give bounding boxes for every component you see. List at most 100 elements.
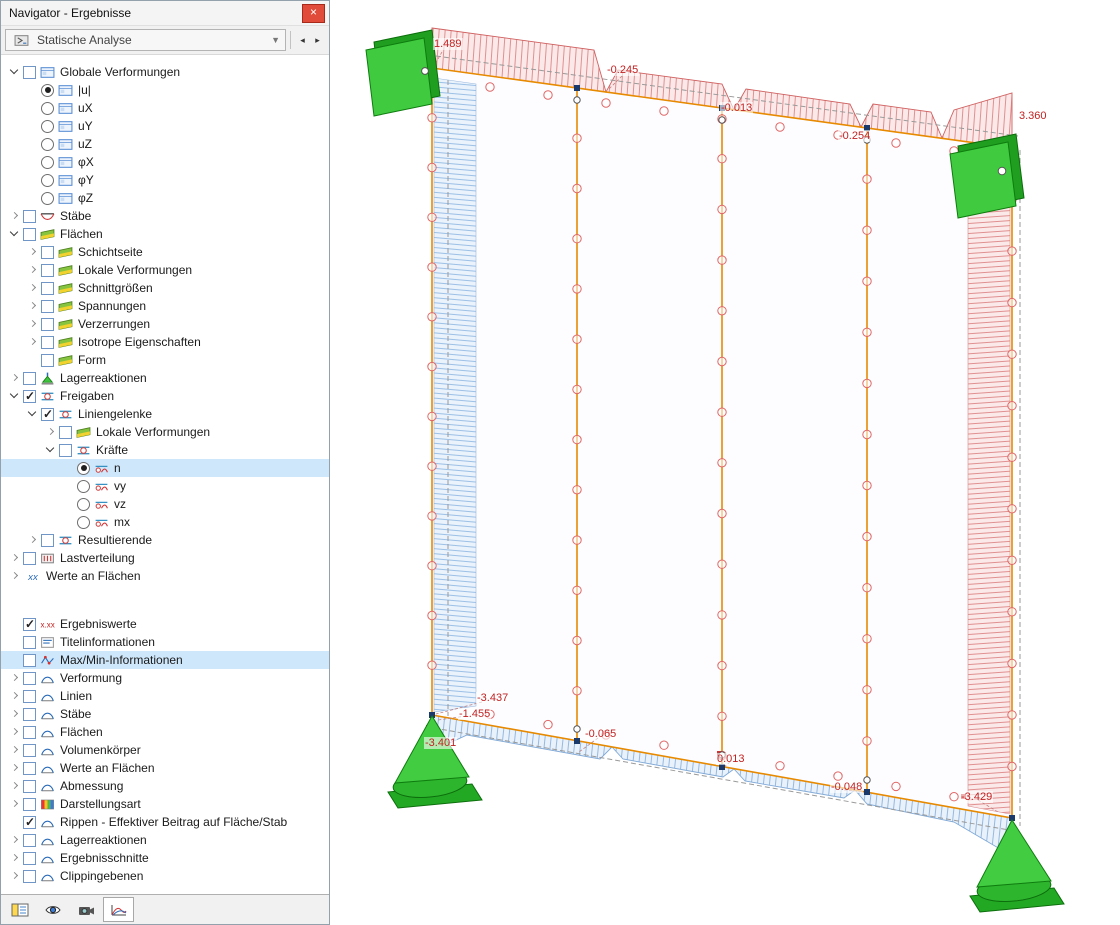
checkbox[interactable] (23, 851, 36, 865)
tree-item-phix[interactable]: φX (1, 153, 329, 171)
chevron-closed-icon[interactable] (25, 244, 41, 260)
checkbox[interactable] (23, 797, 36, 811)
radio-button[interactable] (41, 119, 54, 133)
chevron-open-icon[interactable] (7, 64, 23, 80)
checkbox[interactable] (41, 533, 54, 547)
tree-item-vz[interactable]: vz (1, 495, 329, 513)
analysis-type-combobox[interactable]: Statische Analyse ▼ (5, 29, 286, 51)
checkbox[interactable] (59, 443, 72, 457)
tree-item-staebe[interactable]: Stäbe (1, 207, 329, 225)
chevron-closed-icon[interactable] (25, 334, 41, 350)
radio-button[interactable] (41, 155, 54, 169)
checkbox[interactable] (23, 689, 36, 703)
tree-item-max-min-informationen[interactable]: Max/Min-Informationen (1, 651, 329, 669)
next-loadcase-button[interactable]: ▸ (310, 30, 325, 50)
radio-button-selected[interactable] (77, 461, 90, 475)
checkbox[interactable] (23, 707, 36, 721)
checkbox[interactable] (41, 353, 54, 367)
checkbox[interactable] (23, 743, 36, 757)
chevron-closed-icon[interactable] (7, 742, 23, 758)
checkbox[interactable] (41, 281, 54, 295)
tree-item-werte-an-flaechen[interactable]: Werte an Flächen (1, 567, 329, 585)
tree-item-lokale-verformungen[interactable]: Lokale Verformungen (1, 261, 329, 279)
previous-loadcase-button[interactable]: ◂ (295, 30, 310, 50)
checkbox[interactable] (23, 725, 36, 739)
checkbox[interactable] (41, 335, 54, 349)
tab-display[interactable] (37, 897, 68, 922)
tree-item-titelinformationen[interactable]: Titelinformationen (1, 633, 329, 651)
tree-item-ux[interactable]: uX (1, 99, 329, 117)
radio-button[interactable] (77, 497, 90, 511)
tree-item-isotrope-eigenschaften[interactable]: Isotrope Eigenschaften (1, 333, 329, 351)
chevron-open-icon[interactable] (43, 442, 59, 458)
radio-button[interactable] (77, 515, 90, 529)
tree-item-lastverteilung[interactable]: Lastverteilung (1, 549, 329, 567)
chevron-closed-icon[interactable] (25, 316, 41, 332)
chevron-closed-icon[interactable] (25, 262, 41, 278)
tree-item-schichtseite[interactable]: Schichtseite (1, 243, 329, 261)
chevron-closed-icon[interactable] (7, 208, 23, 224)
panel-titlebar[interactable]: Navigator - Ergebnisse × (1, 1, 329, 26)
tree-item-linien[interactable]: Linien (1, 687, 329, 705)
tree-item-verformung[interactable]: Verformung (1, 669, 329, 687)
checkbox[interactable] (41, 299, 54, 313)
tree-item-phiz[interactable]: φZ (1, 189, 329, 207)
chevron-closed-icon[interactable] (25, 532, 41, 548)
chevron-closed-icon[interactable] (25, 280, 41, 296)
checkbox[interactable] (23, 671, 36, 685)
radio-button-selected[interactable] (41, 83, 54, 97)
chevron-open-icon[interactable] (7, 388, 23, 404)
tree-item-phiy[interactable]: φY (1, 171, 329, 189)
checkbox[interactable] (23, 227, 36, 241)
checkbox[interactable] (59, 425, 72, 439)
tree-item-verzerrungen[interactable]: Verzerrungen (1, 315, 329, 333)
checkbox[interactable] (23, 551, 36, 565)
chevron-closed-icon[interactable] (7, 688, 23, 704)
tree-item-uy[interactable]: uY (1, 117, 329, 135)
chevron-closed-icon[interactable] (7, 670, 23, 686)
tree-item-mx[interactable]: mx (1, 513, 329, 531)
tree-item-globale-verformungen[interactable]: Globale Verformungen (1, 63, 329, 81)
checkbox[interactable] (23, 65, 36, 79)
checkbox[interactable] (23, 833, 36, 847)
tree-item-n[interactable]: n (1, 459, 329, 477)
checkbox[interactable] (41, 263, 54, 277)
radio-button[interactable] (77, 479, 90, 493)
tree-item-rippen-effektiver-beitrag[interactable]: Rippen - Effektiver Beitrag auf Fläche/S… (1, 813, 329, 831)
checkbox-checked[interactable] (23, 815, 36, 829)
tree-item-darstellungsart[interactable]: Darstellungsart (1, 795, 329, 813)
checkbox[interactable] (41, 317, 54, 331)
chevron-closed-icon[interactable] (25, 298, 41, 314)
tree-item-ergebnisschnitte[interactable]: Ergebnisschnitte (1, 849, 329, 867)
tree-item-vy[interactable]: vy (1, 477, 329, 495)
checkbox[interactable] (23, 779, 36, 793)
chevron-closed-icon[interactable] (7, 832, 23, 848)
tree-item-clippingebenen[interactable]: Clippingebenen (1, 867, 329, 885)
tree-item-kraefte[interactable]: Kräfte (1, 441, 329, 459)
checkbox-checked[interactable] (41, 407, 54, 421)
close-button[interactable]: × (302, 3, 325, 23)
checkbox-checked[interactable] (23, 617, 36, 631)
radio-button[interactable] (41, 101, 54, 115)
checkbox[interactable] (23, 653, 36, 667)
tree-item-volumenkoerper[interactable]: Volumenkörper (1, 741, 329, 759)
chevron-closed-icon[interactable] (7, 724, 23, 740)
chevron-closed-icon[interactable] (7, 568, 23, 584)
tab-data-navigator[interactable] (4, 897, 35, 922)
chevron-closed-icon[interactable] (7, 370, 23, 386)
tree-item-uz[interactable]: uZ (1, 135, 329, 153)
chevron-closed-icon[interactable] (7, 868, 23, 884)
tree-item-u-abs[interactable]: |u| (1, 81, 329, 99)
chevron-closed-icon[interactable] (7, 550, 23, 566)
tree-item-staebe-anzeige[interactable]: Stäbe (1, 705, 329, 723)
tree-item-form[interactable]: Form (1, 351, 329, 369)
tree-item-schnittgroessen[interactable]: Schnittgrößen (1, 279, 329, 297)
checkbox-checked[interactable] (23, 389, 36, 403)
tree-item-lokale-verformungen-gelenke[interactable]: Lokale Verformungen (1, 423, 329, 441)
checkbox[interactable] (23, 371, 36, 385)
radio-button[interactable] (41, 137, 54, 151)
tree-item-abmessung[interactable]: Abmessung (1, 777, 329, 795)
tree-item-resultierende[interactable]: Resultierende (1, 531, 329, 549)
chevron-closed-icon[interactable] (7, 850, 23, 866)
chevron-closed-icon[interactable] (7, 796, 23, 812)
